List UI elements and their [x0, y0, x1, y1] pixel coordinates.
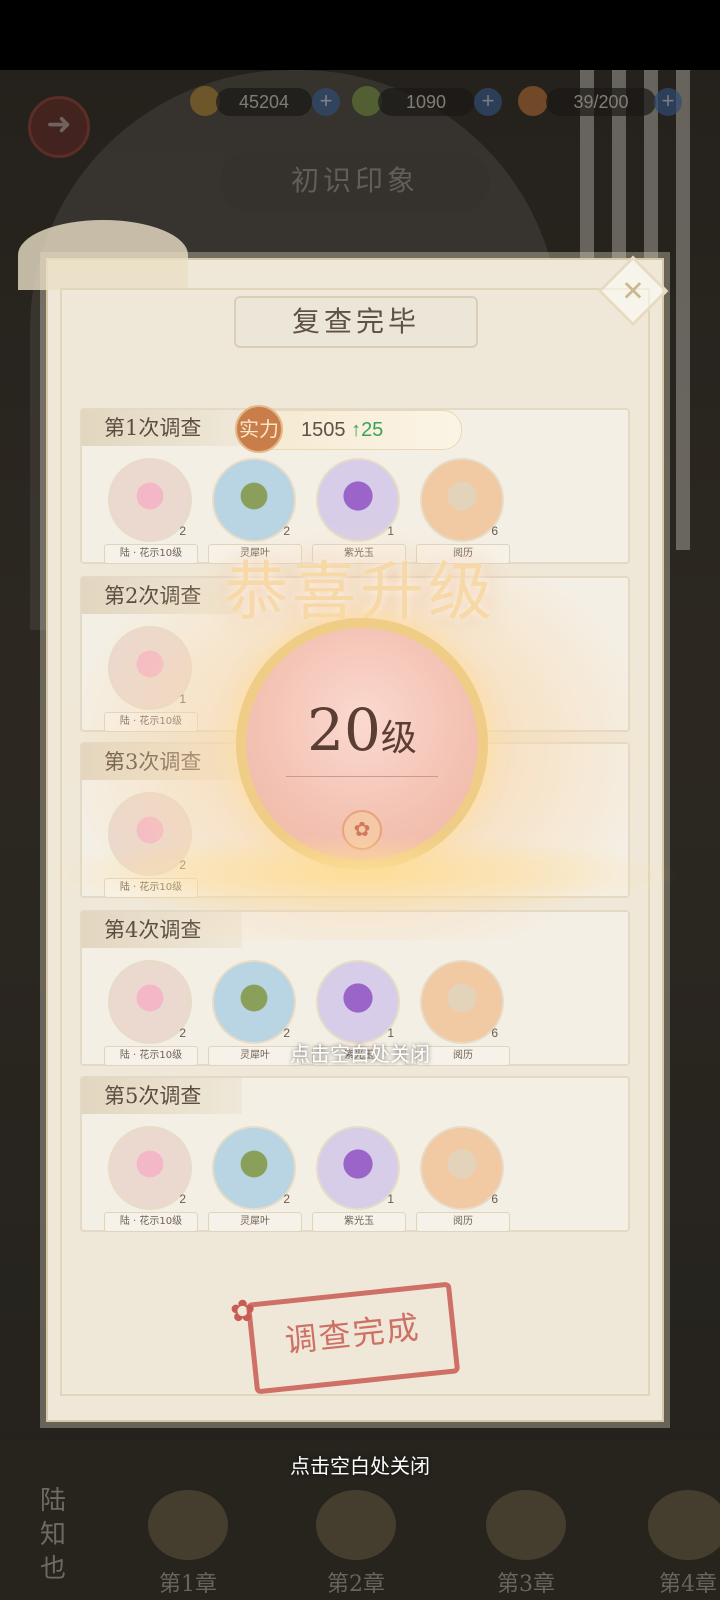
strength-bar: 实力 1505 ↑25	[235, 405, 462, 453]
reward-item[interactable]: 2 灵犀叶	[208, 1126, 302, 1232]
jade-icon	[316, 1490, 396, 1560]
character-name: 陆知也	[39, 1486, 66, 1584]
chapter-3[interactable]: 第3章	[466, 1480, 586, 1600]
close-tip[interactable]: 点击空白处关闭	[0, 1450, 720, 1479]
strength-value: 1505	[301, 419, 346, 441]
scroll-icon: 6	[420, 960, 504, 1044]
lock-icon	[486, 1490, 566, 1560]
lotus-icon: 2	[108, 960, 192, 1044]
chapter-4[interactable]: 第4章	[628, 1480, 720, 1600]
survey-label: 第5次调查	[82, 1078, 242, 1114]
pavilion-icon	[148, 1490, 228, 1560]
reward-item[interactable]: 6 阅历	[416, 1126, 510, 1232]
chapter-2[interactable]: 第2章	[296, 1480, 416, 1600]
up-arrow-icon: ↑	[351, 419, 362, 441]
status-bar	[0, 0, 720, 70]
reward-name: 紫光玉	[312, 1212, 406, 1232]
strength-badge: 实力	[235, 405, 283, 453]
chapter-1[interactable]: 第1章	[128, 1480, 248, 1600]
close-icon: ✕	[621, 274, 645, 308]
reward-item[interactable]: 1 紫光玉	[312, 1126, 406, 1232]
level-medal: 20级 ✿	[236, 618, 488, 870]
reward-item[interactable]: 2 陆 · 花示10级	[104, 1126, 198, 1232]
reward-quantity: 6	[491, 1192, 498, 1206]
levelup-glow-band	[40, 835, 680, 915]
strength-delta: 25	[361, 419, 384, 441]
level-unit: 级	[380, 718, 417, 759]
scroll-icon: 6	[420, 1126, 504, 1210]
reward-quantity: 2	[179, 1192, 186, 1206]
reward-quantity: 1	[387, 1192, 394, 1206]
leaf-icon: 2	[212, 1126, 296, 1210]
reward-name: 陆 · 花示10级	[104, 1212, 198, 1232]
level-number: 20	[307, 696, 381, 764]
reward-name: 阅历	[416, 1212, 510, 1232]
jade-icon: 1	[316, 1126, 400, 1210]
leaf-icon: 2	[212, 960, 296, 1044]
jade-icon: 1	[316, 960, 400, 1044]
reward-name: 灵犀叶	[208, 1212, 302, 1232]
survey-block: 第5次调查 2 陆 · 花示10级 2 灵犀叶 1 紫光玉 6 阅历	[80, 1076, 630, 1232]
cloud-decoration	[18, 220, 188, 290]
lotus-icon: 2	[108, 1126, 192, 1210]
dialog-title: 复查完毕	[234, 296, 478, 348]
lock-icon	[648, 1490, 720, 1560]
reward-quantity: 2	[283, 1192, 290, 1206]
survey-label: 第1次调查	[82, 410, 242, 446]
levelup-close-tip[interactable]: 点击空白处关闭	[0, 1038, 720, 1067]
